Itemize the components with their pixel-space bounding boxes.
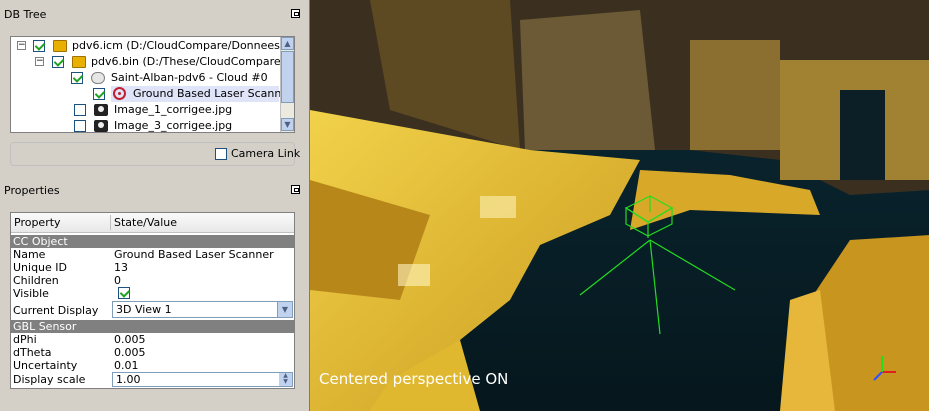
property-key: Children xyxy=(13,274,59,287)
scroll-down-icon[interactable]: ▼ xyxy=(281,118,294,131)
tree-item-gbl-sensor-row[interactable]: Ground Based Laser Scanner xyxy=(11,86,293,102)
display-scale-value: 1.00 xyxy=(116,373,141,386)
view-status-text: Centered perspective ON xyxy=(319,370,509,388)
tree-item-pdv6-icm[interactable]: − pdv6.icm (D:/CloudCompare/Donnees/... xyxy=(11,38,294,54)
sensor-icon xyxy=(113,87,126,100)
doorway xyxy=(840,90,885,180)
scroll-up-icon[interactable]: ▲ xyxy=(281,37,294,50)
property-key: Display scale xyxy=(13,373,86,386)
tree-item-image-3[interactable]: Image_3_corrigee.jpg xyxy=(11,118,281,132)
visible-checkbox[interactable] xyxy=(118,287,130,299)
current-display-value: 3D View 1 xyxy=(116,303,172,316)
folder-icon xyxy=(53,40,67,52)
floor-marking xyxy=(480,196,516,218)
property-key: Current Display xyxy=(13,304,99,317)
table-row: dTheta 0.005 xyxy=(11,346,294,359)
section-cc-object: CC Object xyxy=(11,235,294,248)
collapse-icon[interactable]: − xyxy=(35,57,44,66)
camera-link-label: Camera Link xyxy=(231,147,301,160)
table-row: dPhi 0.005 xyxy=(11,333,294,346)
property-key: dTheta xyxy=(13,346,52,359)
point-cloud-render xyxy=(310,0,929,411)
db-tree-title: DB Tree xyxy=(4,8,47,21)
column-header-value[interactable]: State/Value xyxy=(111,213,294,232)
wall-panel-center xyxy=(520,10,655,150)
structure-right xyxy=(690,40,780,150)
section-gbl-sensor: GBL Sensor xyxy=(11,320,294,333)
tree-item-cloud[interactable]: Saint-Alban-pdv6 - Cloud #0 xyxy=(11,70,281,86)
left-dock: DB Tree − pdv6.icm (D:/CloudCompare/Donn… xyxy=(0,0,308,411)
collapse-icon[interactable]: − xyxy=(17,41,26,50)
tree-item-label: Image_3_corrigee.jpg xyxy=(114,119,233,132)
property-key: Uncertainty xyxy=(13,359,78,372)
tree-scrollbar[interactable]: ▲ ▼ xyxy=(280,37,294,132)
folder-icon xyxy=(72,56,86,68)
property-value[interactable]: Ground Based Laser Scanner xyxy=(114,248,274,261)
tree-item-pdv6-bin[interactable]: − pdv6.bin (D:/These/CloudCompare... xyxy=(11,54,291,70)
table-row: Unique ID 13 xyxy=(11,261,294,274)
camera-icon xyxy=(94,120,108,132)
tree-item-image-1[interactable]: Image_1_corrigee.jpg xyxy=(11,102,281,118)
tree-item-label: Ground Based Laser Scanner xyxy=(133,87,293,100)
table-row: Uncertainty 0.01 xyxy=(11,359,294,372)
property-key: Unique ID xyxy=(13,261,68,274)
properties-table: Property State/Value CC Object Name Grou… xyxy=(10,212,295,389)
tree-item-label: pdv6.icm (D:/CloudCompare/Donnees/... xyxy=(72,39,295,52)
tree-item-checkbox[interactable] xyxy=(74,104,86,116)
db-tree-title-bar: DB Tree xyxy=(0,6,306,23)
properties-title-bar: Properties xyxy=(0,182,306,199)
table-row: Name Ground Based Laser Scanner xyxy=(11,248,294,261)
current-display-select[interactable]: 3D View 1 ▼ xyxy=(112,301,293,318)
table-row: Visible xyxy=(11,287,294,300)
tree-item-checkbox[interactable] xyxy=(74,120,86,132)
property-value: 0.005 xyxy=(114,346,146,359)
cloud-icon xyxy=(91,72,105,84)
properties-header: Property State/Value xyxy=(11,213,294,233)
table-row: Children 0 xyxy=(11,274,294,287)
properties-title: Properties xyxy=(4,184,60,197)
3d-view[interactable]: Centered perspective ON xyxy=(309,0,929,411)
camera-link-checkbox[interactable] xyxy=(215,148,227,160)
tree-item-checkbox[interactable] xyxy=(52,56,64,68)
floor-marking xyxy=(398,264,430,286)
property-key: Name xyxy=(13,248,46,261)
property-value: 13 xyxy=(114,261,128,274)
column-header-property[interactable]: Property xyxy=(11,213,110,232)
property-value: 0.005 xyxy=(114,333,146,346)
scroll-thumb[interactable] xyxy=(281,51,294,103)
tree-item-label: pdv6.bin (D:/These/CloudCompare... xyxy=(91,55,292,68)
property-value: 0 xyxy=(114,274,121,287)
db-tree-float-icon[interactable] xyxy=(291,9,300,18)
tree-item-checkbox[interactable] xyxy=(71,72,83,84)
properties-float-icon[interactable] xyxy=(291,185,300,194)
tree-item-checkbox[interactable] xyxy=(33,40,45,52)
property-key: Visible xyxy=(13,287,49,300)
db-tree[interactable]: − pdv6.icm (D:/CloudCompare/Donnees/... … xyxy=(10,36,295,133)
display-scale-spinbox[interactable]: 1.00 ▲ ▼ xyxy=(112,372,293,387)
tree-item-label: Saint-Alban-pdv6 - Cloud #0 xyxy=(111,71,268,84)
tree-item-label: Image_1_corrigee.jpg xyxy=(114,103,233,116)
spin-arrows-icon[interactable]: ▲ ▼ xyxy=(279,373,292,386)
tree-item-checkbox[interactable] xyxy=(93,88,105,100)
camera-icon xyxy=(94,104,108,116)
property-value: 0.01 xyxy=(114,359,139,372)
property-key: dPhi xyxy=(13,333,37,346)
chevron-down-icon[interactable]: ▼ xyxy=(277,302,292,317)
